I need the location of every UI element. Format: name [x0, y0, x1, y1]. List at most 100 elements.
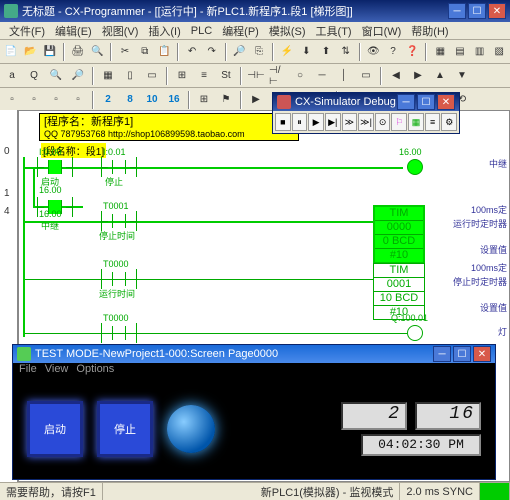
hmi-start-button[interactable]: 启动 [27, 401, 83, 457]
help-icon[interactable]: ? [384, 42, 402, 62]
redo-icon[interactable]: ↷ [203, 42, 221, 62]
contact-t0001[interactable] [101, 211, 137, 231]
debug-ff-icon[interactable]: ≫ [342, 113, 358, 131]
nav-left-icon[interactable]: ◀ [386, 66, 406, 86]
contact-no-icon[interactable]: ⊣⊢ [246, 66, 266, 86]
debug-watch-icon[interactable]: ⚐ [391, 113, 407, 131]
menu-view[interactable]: 视图(V) [99, 23, 142, 39]
save-icon[interactable]: 💾 [41, 42, 59, 62]
view-1-icon[interactable]: ▫ [2, 90, 22, 110]
find-icon[interactable]: 🔎 [231, 42, 249, 62]
undo-icon[interactable]: ↶ [183, 42, 201, 62]
nav-right-icon[interactable]: ▶ [408, 66, 428, 86]
menu-edit[interactable]: 编辑(E) [52, 23, 95, 39]
online-icon[interactable]: ⚡ [278, 42, 296, 62]
debug-cfg-icon[interactable]: ⚙ [441, 113, 457, 131]
watch-icon[interactable]: ⊞ [194, 90, 214, 110]
fmt-16-icon[interactable]: 16 [164, 90, 184, 110]
new-icon[interactable]: 📄 [2, 42, 20, 62]
debug-log-icon[interactable]: ≡ [425, 113, 441, 131]
hline-icon[interactable]: ─ [312, 66, 332, 86]
coil-icon[interactable]: ○ [290, 66, 310, 86]
timer-1[interactable]: TIM 0001 10 BCD #10 [373, 263, 425, 320]
contact-start[interactable] [37, 157, 73, 177]
debug-io-icon[interactable]: ▦ [408, 113, 424, 131]
debug-pause-icon[interactable]: ⏸ [292, 113, 308, 131]
zoom-in-icon[interactable]: 🔍 [46, 66, 66, 86]
hmi-menu-file[interactable]: File [19, 363, 37, 379]
context-help-icon[interactable]: ❓ [404, 42, 422, 62]
contact-nc-icon[interactable]: ⊣/⊢ [268, 66, 288, 86]
tool-a-icon[interactable]: ▦ [431, 42, 449, 62]
tool-d-icon[interactable]: ▧ [490, 42, 508, 62]
hmi-minimize-button[interactable]: ─ [433, 346, 451, 362]
debug-play-icon[interactable]: ▶ [308, 113, 324, 131]
mode-a-icon[interactable]: a [2, 66, 22, 86]
view-2-icon[interactable]: ▫ [24, 90, 44, 110]
menu-program[interactable]: 编程(P) [219, 23, 262, 39]
menu-simulate[interactable]: 模拟(S) [266, 23, 309, 39]
monitor-icon[interactable]: 👁 [365, 42, 383, 62]
statement-icon[interactable]: St [216, 66, 236, 86]
contact-t0000[interactable] [101, 269, 137, 289]
zoom-out-icon[interactable]: 🔎 [68, 66, 88, 86]
sidebar-icon[interactable]: ▯ [120, 66, 140, 86]
print-icon[interactable]: 🖨 [69, 42, 87, 62]
hmi-menu-options[interactable]: Options [76, 363, 114, 379]
grid-icon[interactable]: ▦ [98, 66, 118, 86]
goto-icon[interactable]: ⎘ [250, 42, 268, 62]
menu-window[interactable]: 窗口(W) [359, 23, 405, 39]
hmi-close-button[interactable]: ✕ [473, 346, 491, 362]
preview-icon[interactable]: 🔍 [89, 42, 107, 62]
tool-c-icon[interactable]: ▥ [471, 42, 489, 62]
hmi-menu-view[interactable]: View [45, 363, 69, 379]
menu-tools[interactable]: 工具(T) [313, 23, 355, 39]
debug-stop-icon[interactable]: ■ [275, 113, 291, 131]
debug-window[interactable]: CX-Simulator Debug Co... ─ ☐ ✕ ■ ⏸ ▶ ▶| … [272, 92, 460, 134]
view-3-icon[interactable]: ▫ [46, 90, 66, 110]
coil-lamp[interactable] [407, 325, 423, 341]
tool-b-icon[interactable]: ▤ [451, 42, 469, 62]
minimize-button[interactable]: ─ [448, 3, 466, 19]
debug-maximize-button[interactable]: ☐ [417, 94, 435, 110]
run-icon[interactable]: ▶ [246, 90, 266, 110]
copy-icon[interactable]: ⧉ [136, 42, 154, 62]
ladder-icon[interactable]: ⊞ [172, 66, 192, 86]
maximize-button[interactable]: ☐ [468, 3, 486, 19]
menu-insert[interactable]: 插入(I) [145, 23, 183, 39]
vline-icon[interactable]: │ [334, 66, 354, 86]
menu-file[interactable]: 文件(F) [6, 23, 48, 39]
hmi-stop-button[interactable]: 停止 [97, 401, 153, 457]
debug-break-icon[interactable]: ⊙ [375, 113, 391, 131]
instr-icon[interactable]: ▭ [356, 66, 376, 86]
view-4-icon[interactable]: ▫ [68, 90, 88, 110]
contact-stop[interactable] [101, 157, 137, 177]
debug-step-icon[interactable]: ▶| [325, 113, 341, 131]
menu-help[interactable]: 帮助(H) [408, 23, 451, 39]
timer-0[interactable]: TIM 0000 0 BCD #10 [373, 205, 425, 264]
force-icon[interactable]: ⚑ [216, 90, 236, 110]
menu-plc[interactable]: PLC [188, 25, 215, 37]
cut-icon[interactable]: ✂ [116, 42, 134, 62]
transfer-down-icon[interactable]: ⬇ [298, 42, 316, 62]
debug-minimize-button[interactable]: ─ [397, 94, 415, 110]
contact-t0000b[interactable] [101, 323, 137, 343]
transfer-up-icon[interactable]: ⬆ [317, 42, 335, 62]
hmi-window[interactable]: TEST MODE-NewProject1-000:Screen Page000… [12, 344, 496, 480]
close-button[interactable]: ✕ [488, 3, 506, 19]
coil-relay[interactable] [407, 159, 423, 175]
fmt-10-icon[interactable]: 10 [142, 90, 162, 110]
fmt-2-icon[interactable]: 2 [98, 90, 118, 110]
mnemonic-icon[interactable]: ≡ [194, 66, 214, 86]
nav-down-icon[interactable]: ▼ [452, 66, 472, 86]
debug-ffend-icon[interactable]: ≫| [358, 113, 374, 131]
debug-close-button[interactable]: ✕ [437, 94, 455, 110]
paste-icon[interactable]: 📋 [156, 42, 174, 62]
output-icon[interactable]: ▭ [142, 66, 162, 86]
mode-q-icon[interactable]: Q [24, 66, 44, 86]
nav-up-icon[interactable]: ▲ [430, 66, 450, 86]
hmi-maximize-button[interactable]: ☐ [453, 346, 471, 362]
open-icon[interactable]: 📂 [22, 42, 40, 62]
fmt-8-icon[interactable]: 8 [120, 90, 140, 110]
compare-icon[interactable]: ⇅ [337, 42, 355, 62]
